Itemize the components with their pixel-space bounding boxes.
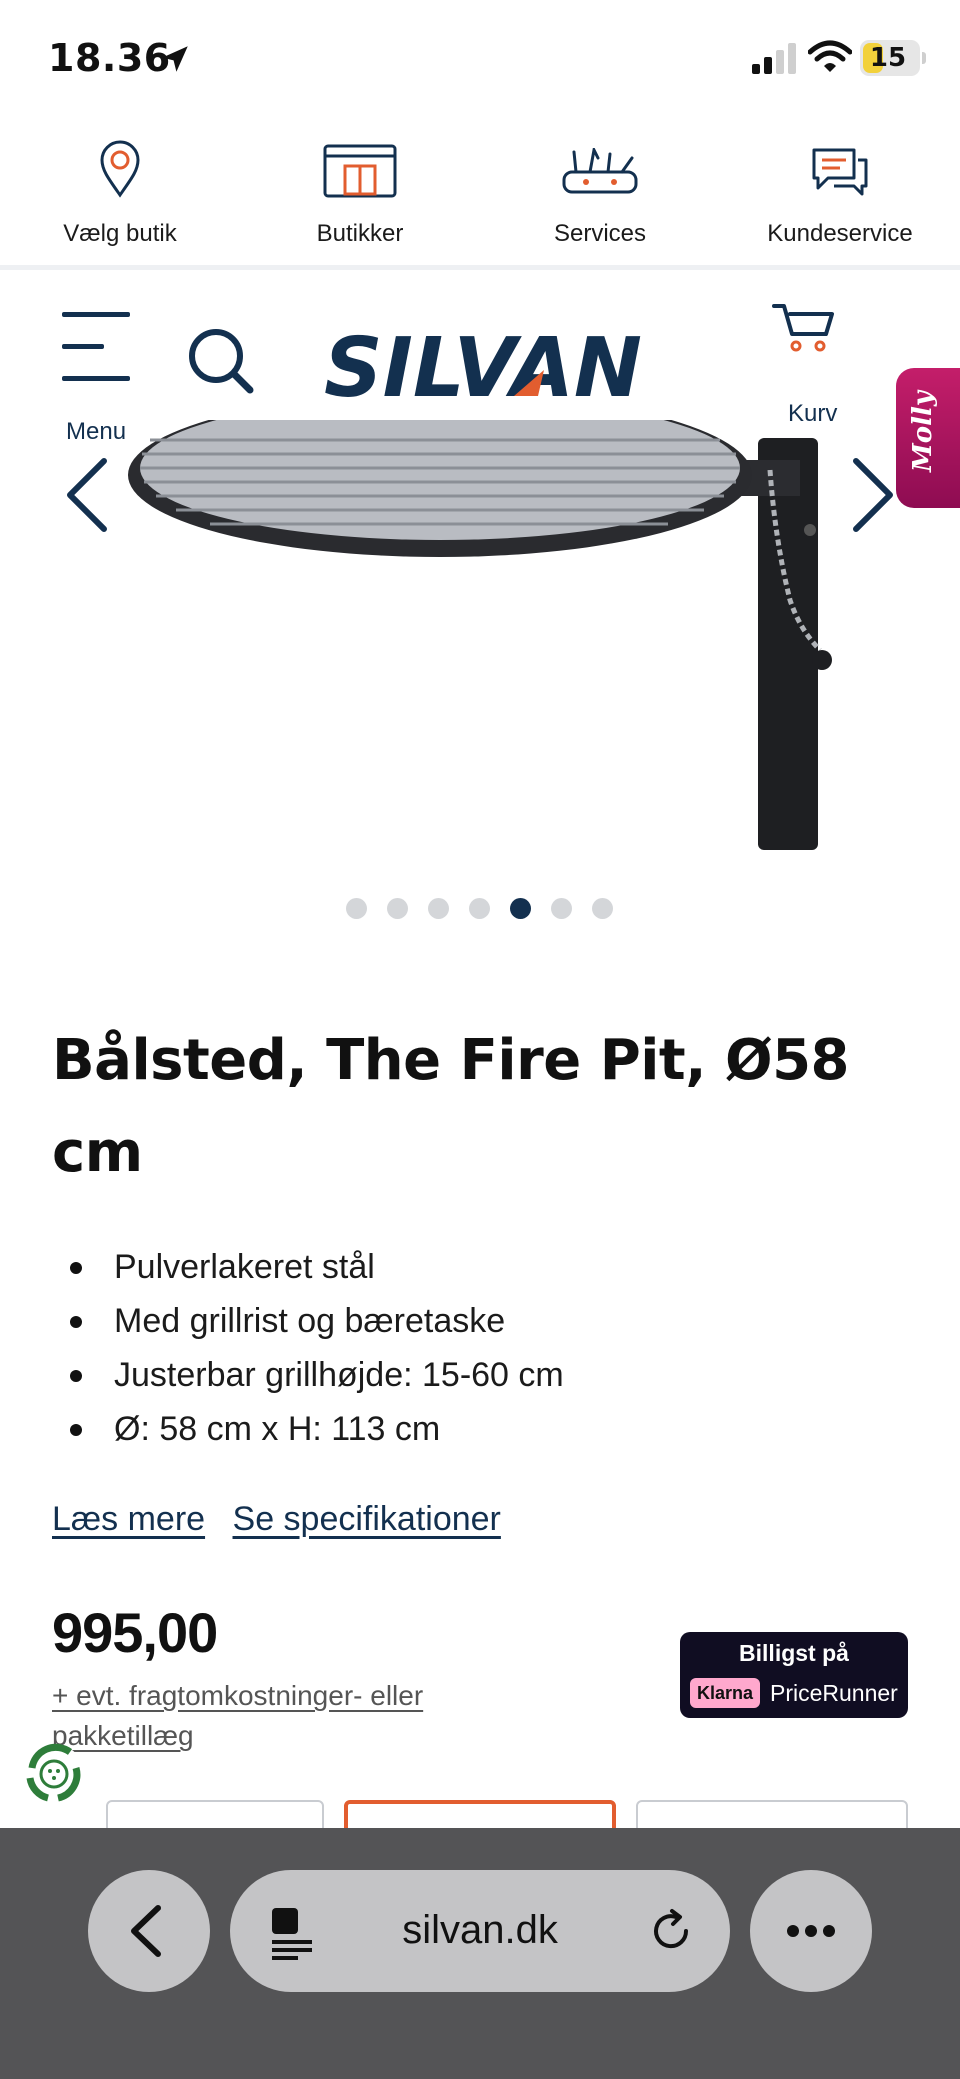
carousel-dots — [346, 898, 613, 919]
nav-label: Vælg butik — [63, 220, 177, 247]
carousel-prev-arrow[interactable] — [62, 455, 112, 535]
cellular-signal-icon — [752, 43, 796, 74]
carousel-dot[interactable] — [551, 898, 572, 919]
nav-label: Kundeservice — [767, 220, 913, 247]
status-bar: 18.36 15 — [0, 0, 960, 115]
store-icon — [323, 144, 397, 198]
feature-item: Med grillrist og bæretaske — [52, 1294, 564, 1348]
pricerunner-top-text: Billigst på — [739, 1640, 849, 1666]
nav-choose-store[interactable]: Vælg butik — [0, 118, 240, 265]
carousel-dot[interactable] — [387, 898, 408, 919]
carousel-next-arrow[interactable] — [848, 455, 898, 535]
product-price: 995,00 — [52, 1601, 218, 1664]
product-title: Bålsted, The Fire Pit, Ø58 cm — [52, 1028, 850, 1185]
nav-customer-service[interactable]: Kundeservice — [720, 118, 960, 265]
carousel-dot[interactable] — [592, 898, 613, 919]
service-nav: Vælg butik Butikker Services Kundeservic… — [0, 118, 960, 270]
hamburger-icon — [62, 312, 130, 317]
browser-address-bar[interactable]: silvan.dk — [230, 1870, 730, 1992]
nav-label: Butikker — [316, 220, 404, 247]
silvan-logo[interactable]: SILVAN — [318, 316, 648, 416]
wifi-icon — [808, 40, 852, 72]
chat-icon — [812, 148, 868, 196]
specifications-link[interactable]: Se specifikationer — [233, 1500, 501, 1538]
battery-level: 15 — [869, 43, 907, 73]
feature-item: Pulverlakeret stål — [52, 1240, 564, 1294]
feature-item: Justerbar grillhøjde: 15-60 cm — [52, 1348, 564, 1402]
search-icon[interactable] — [186, 326, 256, 396]
carousel-dot[interactable] — [510, 898, 531, 919]
freight-note-link[interactable]: + evt. fragtomkostninger- eller pakketil… — [52, 1676, 512, 1756]
nav-label: Services — [553, 220, 647, 247]
nav-services[interactable]: Services — [480, 118, 720, 265]
location-pin-icon — [100, 140, 140, 198]
pricerunner-badge[interactable]: Billigst på Klarna PriceRunner — [680, 1632, 908, 1718]
hamburger-bar — [62, 344, 104, 349]
browser-more-button[interactable] — [750, 1870, 872, 1992]
product-image-carousel[interactable] — [0, 420, 960, 860]
carousel-dot[interactable] — [346, 898, 367, 919]
reload-icon[interactable] — [648, 1908, 694, 1954]
variant-options — [0, 1800, 960, 1840]
menu-button[interactable]: Menu — [56, 306, 136, 445]
battery-indicator: 15 — [860, 40, 926, 76]
pricerunner-name: PriceRunner — [770, 1680, 898, 1706]
more-icon — [787, 1925, 835, 1937]
hamburger-bar — [62, 376, 130, 381]
browser-back-button[interactable] — [88, 1870, 210, 1992]
read-more-link[interactable]: Læs mere — [52, 1500, 205, 1538]
location-arrow-icon — [162, 46, 188, 72]
cart-icon — [772, 304, 834, 352]
chevron-left-icon — [131, 1905, 161, 1957]
carousel-dot[interactable] — [428, 898, 449, 919]
product-features: Pulverlakeret stål Med grillrist og bære… — [52, 1240, 564, 1456]
klarna-logo: Klarna — [690, 1678, 760, 1708]
product-image — [128, 420, 832, 850]
cart-button[interactable]: Kurv — [772, 300, 852, 427]
product-links: Læs mere Se specifikationer — [52, 1500, 519, 1539]
browser-toolbar: silvan.dk — [0, 1828, 960, 2079]
site-header: Menu SILVAN Kurv — [0, 280, 960, 445]
logo-text: SILVAN — [324, 321, 642, 416]
nav-stores[interactable]: Butikker — [240, 118, 480, 265]
status-time: 18.36 — [48, 36, 171, 80]
carousel-dot[interactable] — [469, 898, 490, 919]
tools-icon — [562, 148, 638, 194]
feature-item: Ø: 58 cm x H: 113 cm — [52, 1402, 564, 1456]
